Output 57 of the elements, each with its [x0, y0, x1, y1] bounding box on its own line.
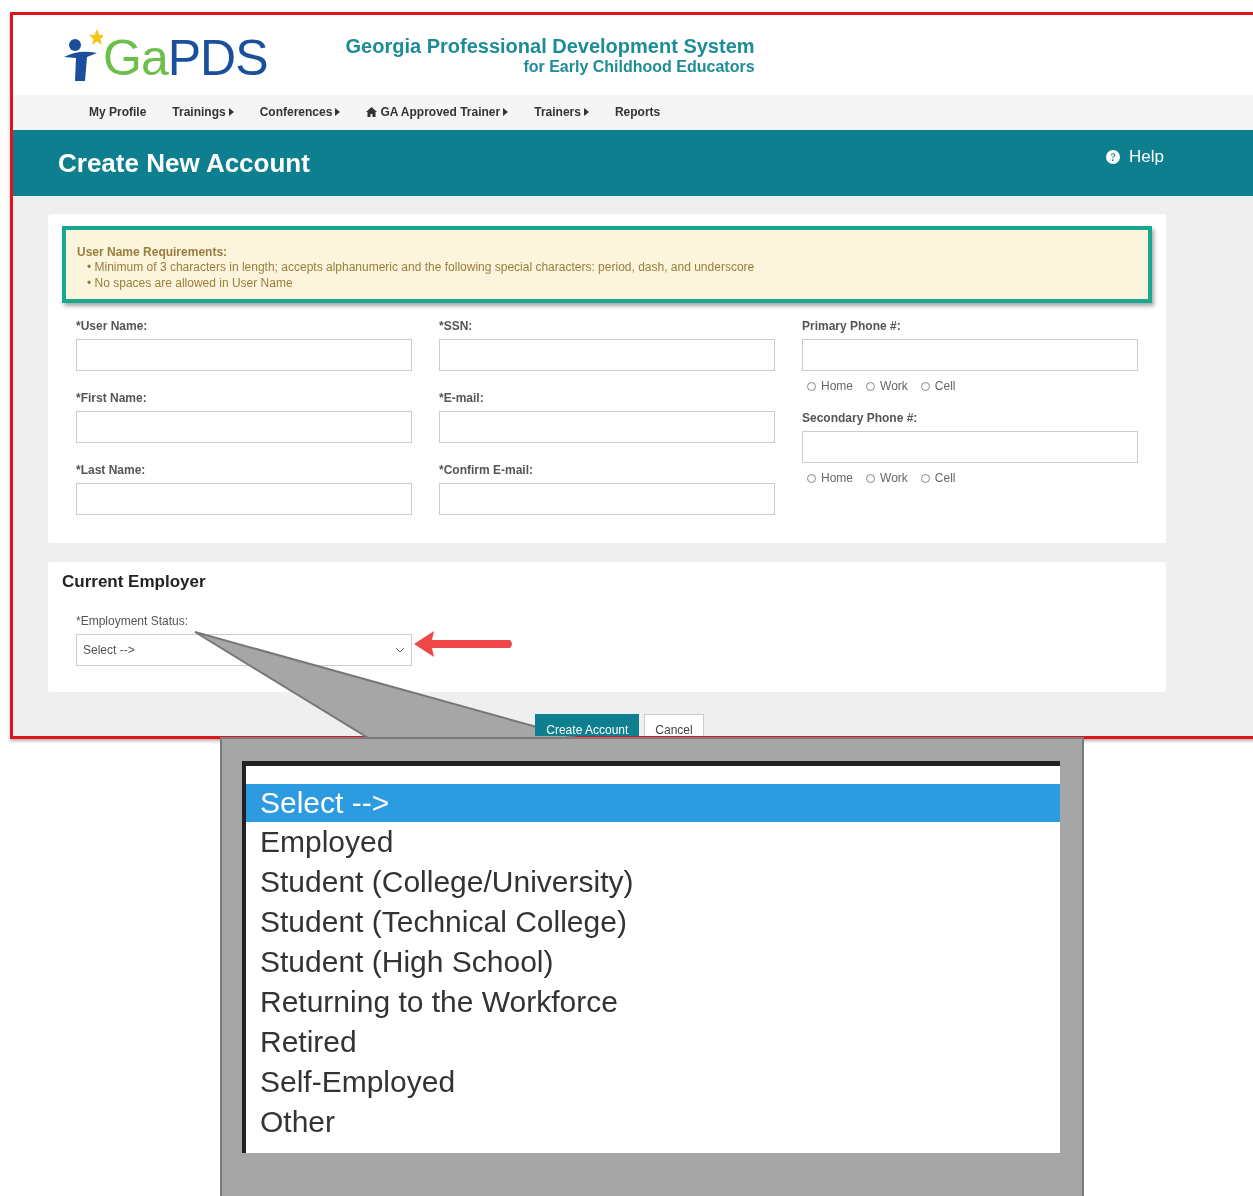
- nav-link[interactable]: Reports: [601, 105, 674, 119]
- input-field[interactable]: [439, 339, 775, 371]
- radio-option[interactable]: Home: [807, 471, 853, 485]
- field-label: *Last Name:: [76, 463, 147, 477]
- input-field[interactable]: [802, 339, 1138, 371]
- arrow-icon: [414, 630, 514, 658]
- nav-link[interactable]: Trainers: [521, 105, 602, 119]
- caret-icon: [228, 108, 234, 116]
- page-title: Create New Account: [58, 147, 310, 179]
- field-label: *User Name:: [76, 319, 149, 333]
- nav-link[interactable]: My Profile: [76, 105, 160, 119]
- notice-item: • Minimum of 3 characters in length; accepts alphanumeric and the following special characters: period, dash, and underscore: [87, 259, 756, 275]
- site-title: Georgia Professional Development System: [345, 34, 755, 58]
- nav-link[interactable]: Conferences: [246, 105, 354, 119]
- radio-option[interactable]: Cell: [920, 471, 956, 485]
- create-account-button[interactable]: Create Account: [535, 714, 640, 736]
- caret-icon: [335, 108, 341, 116]
- dropdown-option[interactable]: Student (College/University): [246, 862, 1060, 902]
- section-title: Current Employer: [62, 572, 207, 592]
- chevron-down-icon: [395, 647, 405, 653]
- dropdown-option[interactable]: Student (Technical College): [246, 902, 1060, 942]
- radio-option[interactable]: Cell: [920, 379, 956, 393]
- input-field[interactable]: [76, 411, 412, 443]
- field-label: *E-mail:: [439, 391, 485, 405]
- notice-item: • No spaces are allowed in User Name: [87, 275, 294, 291]
- site-subtitle: for Early Childhood Educators: [523, 57, 755, 76]
- nav-link[interactable]: Trainings: [159, 105, 247, 119]
- input-field[interactable]: [439, 411, 775, 443]
- help-icon: [1106, 150, 1121, 164]
- field-label: *First Name:: [76, 391, 148, 405]
- field-label: Primary Phone #:: [802, 319, 902, 333]
- dropdown-option[interactable]: Student (High School): [246, 942, 1060, 982]
- input-field[interactable]: [76, 339, 412, 371]
- dropdown-option[interactable]: Employed: [246, 822, 1060, 862]
- radio-option[interactable]: Work: [866, 471, 908, 485]
- field-label: *SSN:: [439, 319, 474, 333]
- person-star-icon: [63, 27, 103, 83]
- field-label: *Confirm E-mail:: [439, 463, 534, 477]
- dropdown-option[interactable]: Self-Employed: [246, 1062, 1060, 1102]
- radio-option[interactable]: Home: [807, 379, 853, 393]
- home-icon: [366, 107, 378, 117]
- input-field[interactable]: [76, 483, 412, 515]
- cancel-button[interactable]: Cancel: [644, 714, 704, 736]
- radio-option[interactable]: Work: [866, 379, 908, 393]
- dropdown-option[interactable]: Other: [246, 1102, 1060, 1142]
- logo-text: GaPDS: [103, 33, 268, 83]
- field-label: *Employment Status:: [76, 614, 190, 628]
- notice-title: User Name Requirements:: [77, 245, 229, 259]
- input-field[interactable]: [439, 483, 775, 515]
- help-link[interactable]: Help: [1106, 147, 1164, 167]
- dropdown-option[interactable]: Retired: [246, 1022, 1060, 1062]
- dropdown-option[interactable]: Returning to the Workforce: [246, 982, 1060, 1022]
- nav-link[interactable]: GA Approved Trainer: [353, 105, 522, 119]
- field-label: Secondary Phone #:: [802, 411, 919, 425]
- caret-icon: [503, 108, 509, 116]
- input-field[interactable]: [802, 431, 1138, 463]
- caret-icon: [583, 108, 589, 116]
